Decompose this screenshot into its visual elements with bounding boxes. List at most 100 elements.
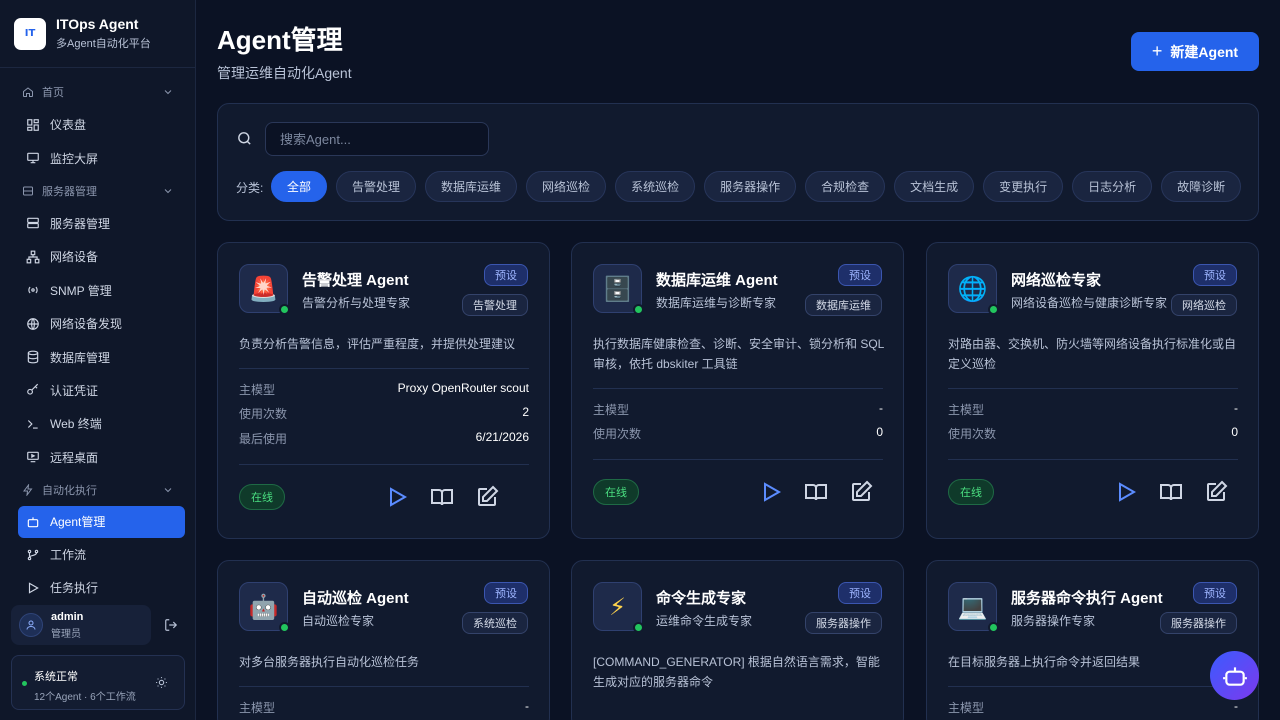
sidebar-item-workflow[interactable]: 工作流 (0, 538, 196, 571)
agent-name: 网络巡检专家 (1011, 272, 1102, 289)
category-badge: 服务器操作 (805, 612, 882, 634)
sidebar-item-snmp[interactable]: SNMP 管理 (0, 274, 196, 307)
nav-group-server[interactable]: 服务器管理 (0, 175, 196, 207)
sidebar-item-network-devices[interactable]: 网络设备 (0, 240, 196, 273)
terminal-icon (27, 419, 38, 429)
meta-model: 主模型 - (948, 699, 1238, 715)
agent-role: 告警分析与处理专家 (302, 296, 411, 310)
status-badge: 在线 (948, 479, 994, 505)
agent-card[interactable]: 🗄️ 数据库运维 Agent 数据库运维与诊断专家 预设 数据库运维 执行数据库… (571, 242, 904, 539)
category-badge: 服务器操作 (1160, 612, 1237, 634)
avatar (19, 613, 43, 637)
book-icon[interactable] (804, 480, 828, 504)
agent-description: 对路由器、交换机、防火墙等网络设备执行标准化或自定义巡检 (948, 337, 1237, 371)
system-status: 系统正常 12个Agent · 6个工作流 (11, 655, 185, 710)
search-input[interactable] (265, 122, 489, 156)
chip-database[interactable]: 数据库运维 (425, 171, 518, 202)
sidebar-item-remote-desktop[interactable]: 远程桌面 (0, 441, 196, 474)
chip-docs[interactable]: 文档生成 (894, 171, 975, 202)
book-icon[interactable] (1159, 480, 1183, 504)
page-subtitle: 管理运维自动化Agent (217, 65, 352, 81)
logout-icon[interactable] (164, 618, 178, 632)
divider (593, 459, 883, 460)
divider (239, 686, 529, 687)
sidebar-item-agent-management[interactable]: Agent管理 (18, 505, 185, 538)
sidebar-item-credentials[interactable]: 认证凭证 (0, 374, 196, 407)
chip-diagnosis[interactable]: 故障诊断 (1161, 171, 1242, 202)
status-badge: 在线 (593, 479, 639, 505)
sidebar-item-monitor-screen[interactable]: 监控大屏 (0, 141, 196, 174)
bot-icon (27, 517, 39, 528)
chip-all[interactable]: 全部 (271, 171, 328, 202)
agent-name: 服务器命令执行 Agent (1011, 590, 1163, 607)
book-icon[interactable] (430, 485, 454, 509)
sidebar-item-web-terminal[interactable]: Web 终端 (0, 407, 196, 440)
sidebar-item-server-management[interactable]: 服务器管理 (0, 207, 196, 240)
edit-icon[interactable] (849, 480, 873, 504)
sun-icon[interactable] (155, 676, 168, 689)
new-agent-button[interactable]: + 新建Agent (1131, 32, 1259, 71)
status-dot (22, 681, 27, 686)
agent-role: 运维命令生成专家 (656, 614, 753, 628)
edit-icon[interactable] (1204, 480, 1228, 504)
run-icon[interactable] (385, 485, 409, 509)
agent-card[interactable]: 🌐 网络巡检专家 网络设备巡检与健康诊断专家 预设 网络巡检 对路由器、交换机、… (926, 242, 1259, 539)
dashboard-icon (27, 118, 39, 131)
agent-role: 数据库运维与诊断专家 (656, 296, 777, 310)
sidebar-item-dashboard[interactable]: 仪表盘 (0, 108, 196, 141)
agent-name: 数据库运维 Agent (656, 272, 778, 289)
zap-icon (23, 483, 33, 496)
user-role: 管理员 (51, 628, 81, 640)
brand-title: ITOps Agent (56, 16, 139, 32)
status-badge: 在线 (239, 484, 285, 510)
user-profile[interactable]: admin 管理员 (11, 605, 151, 645)
run-icon[interactable] (759, 480, 783, 504)
online-indicator (279, 304, 290, 315)
preset-badge: 预设 (1193, 582, 1237, 604)
chip-alert[interactable]: 告警处理 (336, 171, 417, 202)
edit-icon[interactable] (475, 485, 499, 509)
nav-group-home[interactable]: 首页 (0, 76, 196, 108)
chevron-down-icon (164, 188, 172, 193)
divider (239, 464, 529, 465)
agent-card[interactable]: 🚨 告警处理 Agent 告警分析与处理专家 预设 告警处理 负责分析告警信息，… (217, 242, 550, 539)
agent-card[interactable]: 🤖 自动巡检 Agent 自动巡检专家 预设 系统巡检 对多台服务器执行自动化巡… (217, 560, 550, 720)
chevron-down-icon (164, 488, 172, 493)
meta-usage: 使用次数 2 (239, 405, 529, 421)
chip-change[interactable]: 变更执行 (983, 171, 1064, 202)
run-icon[interactable] (1114, 480, 1138, 504)
meta-model: 主模型 - (593, 401, 883, 417)
play-icon (28, 582, 39, 594)
chip-system[interactable]: 系统巡检 (615, 171, 696, 202)
search-icon (238, 132, 251, 145)
chip-network[interactable]: 网络巡检 (526, 171, 607, 202)
agent-role: 服务器操作专家 (1011, 614, 1096, 628)
agent-description: 负责分析告警信息，评估严重程度，并提供处理建议 (239, 337, 516, 351)
logo: IT (14, 17, 46, 50)
chip-logs[interactable]: 日志分析 (1072, 171, 1153, 202)
agent-card[interactable]: ⚡ 命令生成专家 运维命令生成专家 预设 服务器操作 [COMMAND_GENE… (571, 560, 904, 720)
sidebar-item-task-execution[interactable]: 任务执行 (0, 571, 196, 596)
agent-name: 告警处理 Agent (302, 272, 409, 289)
online-indicator (279, 622, 290, 633)
sidebar-item-database[interactable]: 数据库管理 (0, 340, 196, 373)
online-indicator (988, 622, 999, 633)
status-detail: 12个Agent · 6个工作流 (34, 692, 136, 703)
key-icon (27, 384, 39, 396)
database-icon (27, 350, 39, 364)
agent-role: 自动巡检专家 (302, 614, 375, 628)
plus-icon: + (1151, 41, 1163, 61)
divider (948, 388, 1238, 389)
category-badge: 数据库运维 (805, 294, 882, 316)
assistant-fab-button[interactable] (1210, 651, 1259, 700)
sidebar-item-network-discovery[interactable]: 网络设备发现 (0, 307, 196, 340)
agent-card[interactable]: 💻 服务器命令执行 Agent 服务器操作专家 预设 服务器操作 在目标服务器上… (926, 560, 1259, 720)
chip-compliance[interactable]: 合规检查 (805, 171, 886, 202)
meta-usage: 使用次数 0 (948, 425, 1238, 441)
network-icon (26, 250, 40, 264)
nav-group-automation[interactable]: 自动化执行 (0, 474, 196, 506)
remote-desktop-icon (27, 451, 39, 463)
category-badge: 告警处理 (462, 294, 528, 316)
chip-server-ops[interactable]: 服务器操作 (704, 171, 797, 202)
bot-icon (1222, 666, 1247, 686)
